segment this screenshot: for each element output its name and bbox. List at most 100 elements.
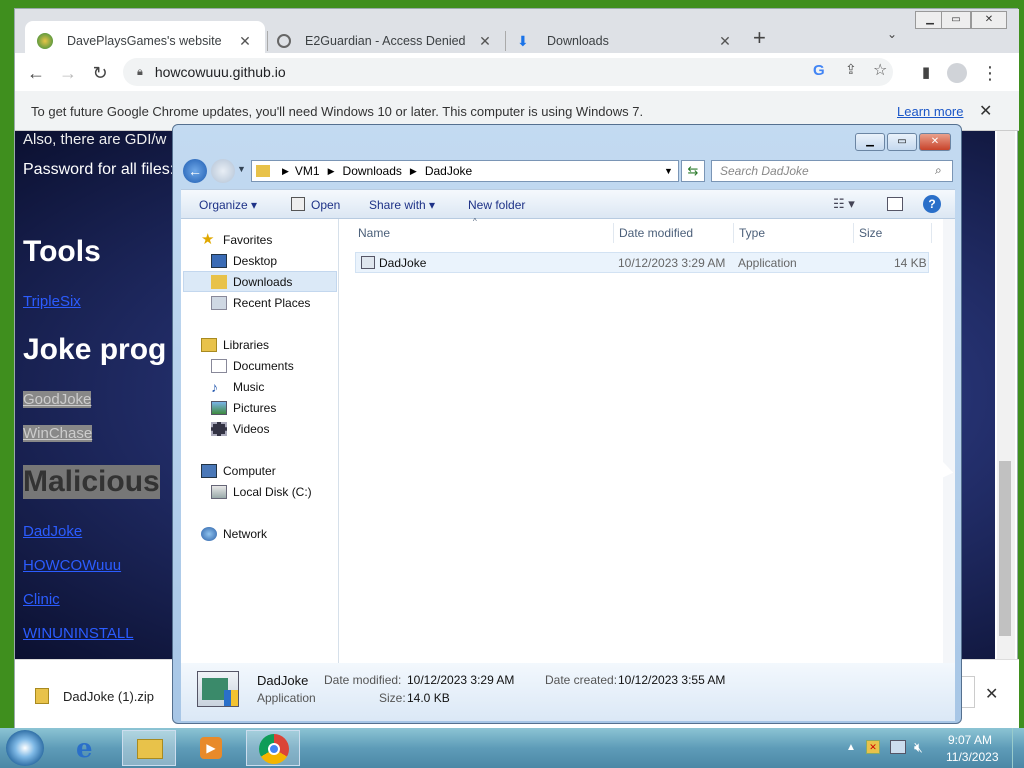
nav-label: Videos bbox=[233, 422, 270, 436]
show-desktop-button[interactable] bbox=[1012, 728, 1024, 768]
organize-label: Organize bbox=[199, 198, 248, 212]
disk-drive-icon bbox=[211, 485, 227, 499]
nav-libraries[interactable]: Libraries bbox=[201, 335, 269, 355]
link-howcowuuu[interactable]: HOWCOWuuu bbox=[23, 557, 121, 574]
link-triplesix[interactable]: TripleSix bbox=[23, 293, 81, 310]
explorer-minimize-button[interactable]: ▁ bbox=[855, 133, 885, 151]
nav-local-disk[interactable]: Local Disk (C:) bbox=[211, 482, 312, 502]
close-infobar-icon[interactable]: ✕ bbox=[979, 101, 992, 121]
nav-label: Desktop bbox=[233, 254, 278, 268]
nav-music[interactable]: ♪ Music bbox=[211, 377, 264, 397]
explorer-close-button[interactable]: ✕ bbox=[919, 133, 951, 151]
share-with-label: Share with bbox=[369, 198, 426, 212]
profile-avatar-icon[interactable] bbox=[947, 63, 967, 83]
new-tab-button[interactable]: + bbox=[753, 25, 766, 51]
column-date-modified[interactable]: Date modified bbox=[619, 226, 693, 240]
explorer-search-input[interactable]: Search DadJoke bbox=[711, 160, 953, 182]
nav-downloads[interactable]: Downloads bbox=[211, 272, 292, 292]
taskbar-chrome-icon[interactable] bbox=[246, 730, 300, 766]
column-name[interactable]: Name bbox=[358, 226, 390, 240]
tab-title: E2Guardian - Access Denied bbox=[305, 34, 466, 48]
url-text: howcowuuu.github.io bbox=[154, 64, 286, 80]
download-filename[interactable]: DadJoke (1).zip bbox=[63, 689, 154, 704]
refresh-icon[interactable]: ⇆ bbox=[681, 160, 705, 182]
network-tray-icon[interactable] bbox=[890, 740, 906, 754]
details-created-value: 10/12/2023 3:55 AM bbox=[618, 673, 726, 687]
close-tab-icon[interactable]: ✕ bbox=[717, 33, 733, 50]
address-dropdown-icon[interactable]: ▼ bbox=[664, 166, 673, 176]
side-panel-icon[interactable]: ▮ bbox=[915, 62, 937, 84]
nav-computer[interactable]: Computer bbox=[201, 461, 276, 481]
link-winchase[interactable]: WinChase bbox=[23, 425, 93, 442]
taskbar: e ▶ ▲ ✕ 🔇︎ 9:07 AM 11/3/2023 bbox=[0, 728, 1024, 768]
link-clinic[interactable]: Clinic bbox=[23, 591, 60, 608]
breadcrumb-downloads[interactable]: Downloads bbox=[343, 164, 402, 178]
menu-kebab-icon[interactable]: ⋮ bbox=[979, 62, 1001, 84]
share-icon[interactable]: ⇪ bbox=[845, 61, 857, 78]
recent-pages-chevron-icon[interactable]: ▼ bbox=[237, 164, 246, 174]
taskbar-explorer-icon[interactable] bbox=[122, 730, 176, 766]
nav-pictures[interactable]: Pictures bbox=[211, 398, 276, 418]
content-scrollbar[interactable] bbox=[943, 219, 955, 663]
link-dadjoke[interactable]: DadJoke bbox=[23, 523, 82, 540]
show-hidden-icons-icon[interactable]: ▲ bbox=[846, 742, 856, 753]
nav-favorites[interactable]: ★ Favorites bbox=[201, 230, 272, 250]
clock-time[interactable]: 9:07 AM bbox=[948, 733, 992, 747]
nav-label: Downloads bbox=[233, 275, 293, 289]
close-tab-icon[interactable]: ✕ bbox=[477, 33, 493, 50]
explorer-address-bar[interactable]: ▶ VM1 ▶ Downloads ▶ DadJoke ▼ bbox=[251, 160, 679, 182]
start-button-icon[interactable] bbox=[6, 730, 44, 766]
scroll-thumb[interactable] bbox=[999, 461, 1011, 636]
nav-network[interactable]: Network bbox=[201, 524, 267, 544]
preview-pane-icon[interactable] bbox=[887, 197, 903, 211]
sort-arrow-icon: ^ bbox=[473, 217, 477, 226]
organize-button[interactable]: Organize ▾ bbox=[199, 198, 257, 212]
uac-shield-icon bbox=[224, 690, 238, 706]
nav-documents[interactable]: Documents bbox=[211, 356, 294, 376]
share-with-button[interactable]: Share with ▾ bbox=[369, 198, 435, 212]
file-row[interactable]: DadJoke 10/12/2023 3:29 AM Application 1… bbox=[355, 252, 929, 273]
column-size[interactable]: Size bbox=[859, 226, 882, 240]
google-icon[interactable]: G bbox=[813, 62, 825, 79]
nav-recent-places[interactable]: Recent Places bbox=[211, 293, 310, 313]
globe-favicon-icon bbox=[37, 33, 53, 49]
link-winuninstall[interactable]: WINUNINSTALL bbox=[23, 625, 134, 642]
close-window-button[interactable]: ✕ bbox=[971, 11, 1007, 29]
close-download-bar-icon[interactable]: ✕ bbox=[985, 684, 998, 704]
explorer-forward-button[interactable] bbox=[211, 159, 235, 183]
browser-toolbar: ← → ↻ 🔒︎ howcowuuu.github.io G ⇪ ☆ ▮ ⋮ bbox=[15, 53, 1019, 91]
close-tab-icon[interactable]: ✕ bbox=[237, 33, 253, 50]
back-button[interactable]: ← bbox=[25, 62, 47, 84]
breadcrumb-vm1[interactable]: VM1 bbox=[295, 164, 320, 178]
column-type[interactable]: Type bbox=[739, 226, 765, 240]
explorer-back-button[interactable]: ← bbox=[183, 159, 207, 183]
bookmark-star-icon[interactable]: ☆ bbox=[873, 60, 887, 80]
new-folder-button[interactable]: New folder bbox=[468, 198, 525, 212]
infobar-message: To get future Google Chrome updates, you… bbox=[31, 104, 644, 119]
clock-date[interactable]: 11/3/2023 bbox=[946, 750, 999, 764]
forward-button[interactable]: → bbox=[57, 62, 79, 84]
details-size-label: Size: bbox=[379, 691, 406, 705]
maximize-button[interactable]: ▭ bbox=[941, 11, 971, 29]
open-button[interactable]: Open bbox=[311, 198, 340, 212]
joke-heading: Joke prog bbox=[23, 333, 167, 366]
address-bar[interactable]: 🔒︎ howcowuuu.github.io G ⇪ ☆ bbox=[123, 58, 893, 86]
volume-muted-icon[interactable]: 🔇︎ bbox=[914, 739, 923, 756]
learn-more-link[interactable]: Learn more bbox=[897, 104, 963, 119]
link-goodjoke[interactable]: GoodJoke bbox=[23, 391, 92, 408]
taskbar-ie-icon[interactable]: e bbox=[62, 730, 116, 766]
reload-button[interactable]: ↻ bbox=[89, 62, 111, 84]
action-center-flag-icon[interactable]: ✕ bbox=[866, 740, 880, 754]
view-options-icon[interactable]: ☷ ▾ bbox=[833, 196, 855, 212]
tab-search-icon[interactable]: ⌄ bbox=[887, 27, 897, 41]
details-created-label: Date created: bbox=[545, 673, 618, 687]
breadcrumb-dadjoke[interactable]: DadJoke bbox=[425, 164, 472, 178]
help-icon[interactable]: ? bbox=[923, 195, 941, 213]
page-scrollbar[interactable] bbox=[997, 131, 1015, 659]
nav-desktop[interactable]: Desktop bbox=[211, 251, 277, 271]
folder-icon bbox=[256, 165, 270, 177]
nav-videos[interactable]: Videos bbox=[211, 419, 269, 439]
taskbar-media-player-icon[interactable]: ▶ bbox=[184, 730, 238, 766]
explorer-maximize-button[interactable]: ▭ bbox=[887, 133, 917, 151]
tools-heading: Tools bbox=[23, 235, 101, 268]
